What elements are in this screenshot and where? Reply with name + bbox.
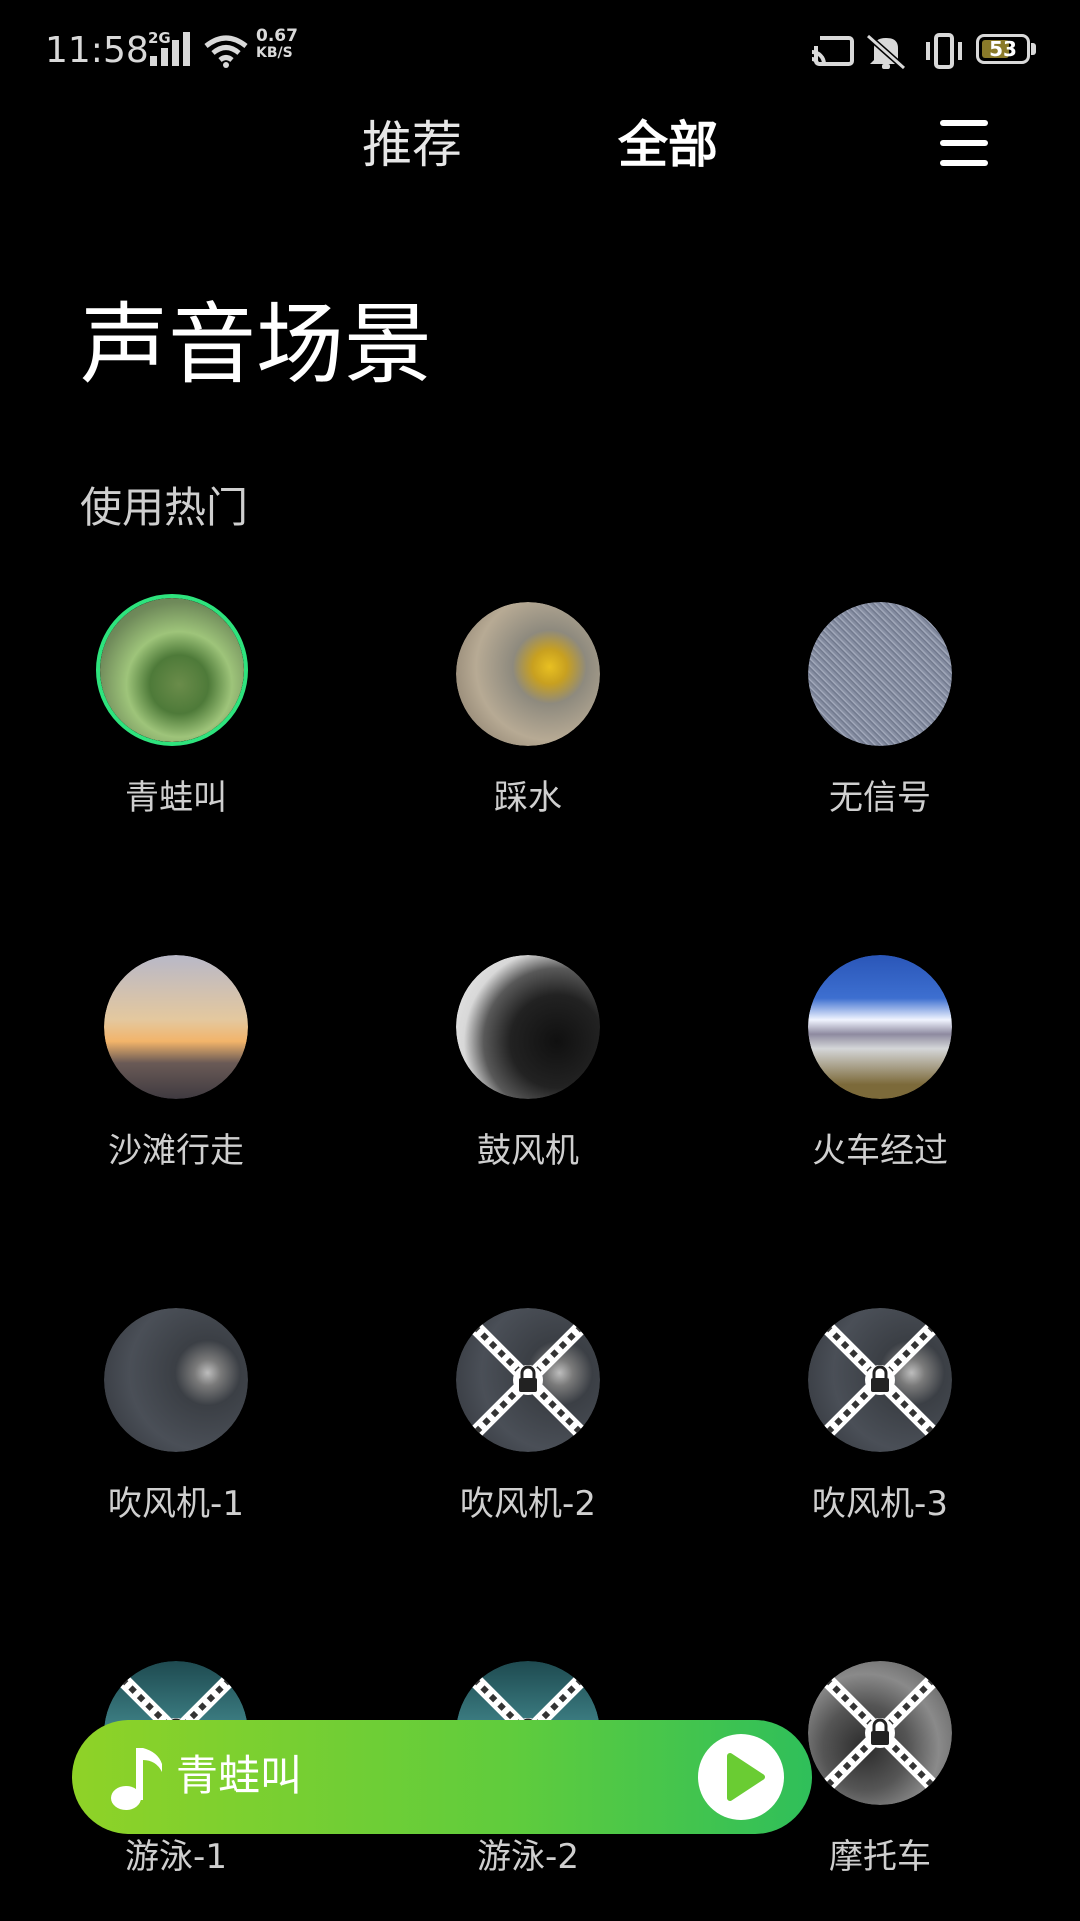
- speed-unit: KB/S: [256, 45, 293, 61]
- hamburger-menu-icon[interactable]: [936, 118, 992, 168]
- cast-icon: [810, 36, 854, 66]
- now-playing-title: 青蛙叫: [176, 1751, 303, 1800]
- sound-thumbnail[interactable]: [456, 602, 600, 746]
- sound-label: 游泳-1: [125, 1837, 227, 1877]
- sound-image: [808, 602, 952, 746]
- sound-image: [104, 1308, 248, 1452]
- sound-label: 吹风机-1: [108, 1484, 244, 1524]
- tab-all[interactable]: 全部: [618, 110, 718, 180]
- status-bar: 11:58 2G 0.67 KB/S 53: [0, 0, 1080, 100]
- sound-image: [456, 955, 600, 1099]
- locked-chain-icon: [464, 1316, 592, 1444]
- music-note-icon: [111, 1748, 162, 1810]
- menu-line: [940, 120, 988, 126]
- sound-item[interactable]: 无信号: [730, 602, 1030, 862]
- sound-label: 摩托车: [829, 1837, 931, 1877]
- sound-label: 火车经过: [812, 1131, 948, 1171]
- sound-item[interactable]: 火车经过: [730, 955, 1030, 1215]
- sound-thumbnail[interactable]: [808, 955, 952, 1099]
- sound-label: 沙滩行走: [108, 1131, 244, 1171]
- battery-icon: 53: [976, 34, 1030, 64]
- menu-line: [940, 160, 988, 166]
- sound-item[interactable]: 踩水: [378, 602, 678, 862]
- play-button[interactable]: [698, 1734, 784, 1820]
- locked-chain-icon: [816, 1669, 944, 1797]
- sound-thumbnail[interactable]: [808, 1661, 952, 1805]
- sound-thumbnail[interactable]: [456, 955, 600, 1099]
- sound-item[interactable]: 吹风机-3: [730, 1308, 1030, 1568]
- wifi-icon: [204, 35, 248, 68]
- vibrate-icon: [926, 33, 962, 69]
- sound-thumbnail[interactable]: [456, 1308, 600, 1452]
- sound-image: [456, 602, 600, 746]
- network-speed: 0.67 KB/S: [256, 28, 298, 62]
- sound-label: 无信号: [829, 778, 931, 818]
- sound-label: 鼓风机: [477, 1131, 579, 1171]
- sound-image: [104, 955, 248, 1099]
- sound-label: 吹风机-2: [460, 1484, 596, 1524]
- play-icon: [727, 1753, 765, 1801]
- sound-thumbnail[interactable]: [96, 594, 248, 746]
- section-title: 使用热门: [80, 483, 249, 532]
- sound-label: 青蛙叫: [125, 778, 227, 818]
- sound-thumbnail[interactable]: [104, 955, 248, 1099]
- now-playing-bar[interactable]: 青蛙叫: [72, 1720, 812, 1834]
- sound-thumbnail[interactable]: [104, 1308, 248, 1452]
- sound-item[interactable]: 青蛙叫: [26, 594, 326, 862]
- sound-item[interactable]: 沙滩行走: [26, 955, 326, 1215]
- speed-value: 0.67: [256, 26, 298, 46]
- sound-thumbnail[interactable]: [808, 602, 952, 746]
- locked-chain-icon: [816, 1316, 944, 1444]
- sound-image: [808, 955, 952, 1099]
- sound-item[interactable]: 吹风机-1: [26, 1308, 326, 1568]
- cellular-signal-icon: [150, 32, 190, 66]
- menu-line: [940, 140, 988, 146]
- tab-recommended[interactable]: 推荐: [362, 110, 462, 180]
- sound-thumbnail[interactable]: [808, 1308, 952, 1452]
- mute-bell-icon: [866, 33, 906, 70]
- sound-label: 游泳-2: [477, 1837, 579, 1877]
- battery-nub: [1031, 43, 1036, 55]
- battery-level: 53: [989, 37, 1017, 61]
- sound-item[interactable]: 鼓风机: [378, 955, 678, 1215]
- page-title: 声音场景: [80, 293, 433, 396]
- sound-image: [100, 598, 244, 742]
- sound-label: 踩水: [494, 778, 562, 818]
- status-time: 11:58: [45, 30, 149, 71]
- sound-item[interactable]: 吹风机-2: [378, 1308, 678, 1568]
- sound-label: 吹风机-3: [812, 1484, 948, 1524]
